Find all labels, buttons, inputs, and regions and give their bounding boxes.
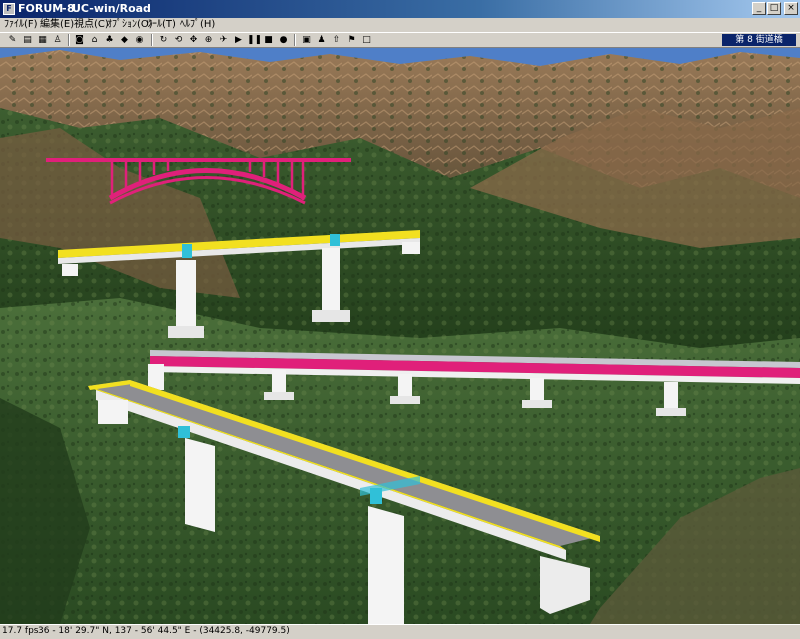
station-label[interactable]: 第 8 街道橋 xyxy=(722,34,796,46)
record-icon[interactable]: ● xyxy=(277,34,290,46)
3d-viewport[interactable] xyxy=(0,48,800,624)
stop-icon[interactable]: ■ xyxy=(262,34,275,46)
menu-tools[interactable]: ﾂｰﾙ(T) xyxy=(147,18,176,32)
scene-icon[interactable]: ▣ xyxy=(300,34,313,46)
pause-icon[interactable]: ❚❚ xyxy=(247,34,262,46)
walk-icon[interactable]: ♟ xyxy=(315,34,328,46)
tree-icon[interactable]: ♣ xyxy=(103,34,116,46)
road-list-icon[interactable]: ▤ xyxy=(21,34,34,46)
toolbar-divider xyxy=(294,34,295,46)
status-bar: 17.7 fps 36 - 18' 29.7" N, 137 - 56' 44.… xyxy=(0,624,800,639)
object-icon[interactable]: ◆ xyxy=(118,34,131,46)
toolbar-divider xyxy=(151,34,152,46)
menu-edit[interactable]: 編集(E) xyxy=(40,18,74,32)
terrain-icon[interactable]: ⌂ xyxy=(88,34,101,46)
menu-options[interactable]: ｵﾌﾟｼｮﾝ(O) xyxy=(107,18,153,32)
pencil-icon[interactable]: ✎ xyxy=(6,34,19,46)
play-icon[interactable]: ▶ xyxy=(232,34,245,46)
toolbar-divider xyxy=(68,34,69,46)
camera-icon[interactable]: ◙ xyxy=(73,34,86,46)
window-icon[interactable]: □ xyxy=(360,34,373,46)
move-icon[interactable]: ✥ xyxy=(187,34,200,46)
person-icon[interactable]: ♙ xyxy=(51,34,64,46)
car-icon[interactable]: ◉ xyxy=(133,34,146,46)
rotate-icon[interactable]: ⟲ xyxy=(172,34,185,46)
minimize-button[interactable]: _ xyxy=(752,2,766,15)
menu-bar: ﾌｧｲﾙ(F) 編集(E) 視点(C) ｵﾌﾟｼｮﾝ(O) ﾂｰﾙ(T) ﾍﾙﾌ… xyxy=(0,18,800,32)
refresh-icon[interactable]: ↻ xyxy=(157,34,170,46)
title-product-name: UC-win/Road xyxy=(72,2,151,15)
menu-help[interactable]: ﾍﾙﾌﾟ(H) xyxy=(180,18,215,32)
app-icon[interactable]: F xyxy=(3,3,15,15)
fly-icon[interactable]: ✈ xyxy=(217,34,230,46)
zoom-icon[interactable]: ⊕ xyxy=(202,34,215,46)
scene-canvas[interactable] xyxy=(0,48,800,624)
drive-icon[interactable]: ⇧ xyxy=(330,34,343,46)
close-button[interactable]: × xyxy=(784,2,798,15)
coordinate-readout: 36 - 18' 29.7" N, 137 - 56' 44.5" E - (3… xyxy=(38,626,290,636)
grid-icon[interactable]: ▦ xyxy=(36,34,49,46)
menu-file[interactable]: ﾌｧｲﾙ(F) xyxy=(4,18,38,32)
menu-view[interactable]: 視点(C) xyxy=(74,18,109,32)
fps-readout: 17.7 fps xyxy=(2,626,39,636)
title-bar: F FORUM 8 - UC-win/Road _ □ × xyxy=(0,0,800,18)
maximize-button[interactable]: □ xyxy=(767,2,781,15)
run-icon[interactable]: ⚑ xyxy=(345,34,358,46)
title-separator: - xyxy=(62,2,67,15)
toolbar: ✎ ▤ ▦ ♙ ◙ ⌂ ♣ ◆ ◉ ↻ ⟲ ✥ ⊕ ✈ ▶ ❚❚ ■ ● ▣ ♟… xyxy=(0,32,800,48)
